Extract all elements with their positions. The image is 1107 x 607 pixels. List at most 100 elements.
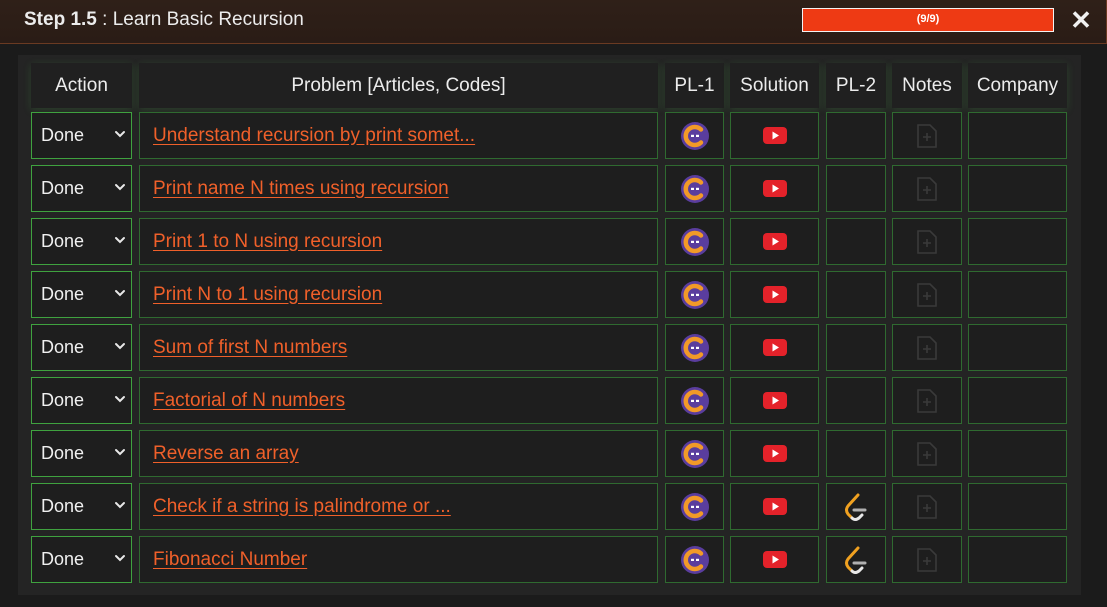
company-cell — [968, 483, 1067, 530]
notes-cell — [892, 536, 962, 583]
add-note-icon[interactable] — [916, 335, 938, 361]
solution-cell — [730, 483, 819, 530]
action-select-value: Done — [41, 390, 85, 410]
column-header-solution: Solution — [730, 63, 819, 108]
add-note-icon[interactable] — [916, 176, 938, 202]
codingninjas-icon[interactable] — [680, 280, 710, 310]
codingninjas-icon[interactable] — [680, 174, 710, 204]
youtube-icon[interactable] — [762, 498, 787, 515]
codingninjas-icon[interactable] — [680, 439, 710, 469]
action-select[interactable]: Done — [31, 377, 132, 424]
add-note-icon[interactable] — [916, 441, 938, 467]
pl1-cell — [665, 324, 724, 371]
close-button[interactable]: ✕ — [1068, 6, 1094, 34]
pl2-cell — [826, 218, 886, 265]
problem-cell: Print 1 to N using recursion — [139, 218, 658, 265]
column-header-pl1: PL-1 — [665, 63, 724, 108]
progress-text: (9/9) — [916, 13, 940, 25]
youtube-icon[interactable] — [762, 445, 787, 462]
problem-link[interactable]: Sum of first N numbers — [153, 337, 347, 359]
codingninjas-icon[interactable] — [680, 227, 710, 257]
solution-cell — [730, 218, 819, 265]
codingninjas-icon[interactable] — [680, 545, 710, 575]
solution-cell — [730, 536, 819, 583]
add-note-icon[interactable] — [916, 388, 938, 414]
problem-cell: Fibonacci Number — [139, 536, 658, 583]
codingninjas-icon[interactable] — [680, 386, 710, 416]
action-select[interactable]: Done — [31, 483, 132, 530]
add-note-icon[interactable] — [916, 494, 938, 520]
pl2-cell — [826, 536, 886, 583]
chevron-down-icon — [113, 179, 127, 198]
notes-cell — [892, 377, 962, 424]
column-header-problem: Problem [Articles, Codes] — [139, 63, 658, 108]
problem-link[interactable]: Factorial of N numbers — [153, 390, 345, 412]
codingninjas-icon[interactable] — [680, 492, 710, 522]
youtube-icon[interactable] — [762, 286, 787, 303]
problem-link[interactable]: Understand recursion by print somet... — [153, 125, 475, 147]
notes-cell — [892, 483, 962, 530]
action-select[interactable]: Done — [31, 165, 132, 212]
action-select[interactable]: Done — [31, 536, 132, 583]
youtube-icon[interactable] — [762, 233, 787, 250]
problem-link[interactable]: Reverse an array — [153, 443, 299, 465]
action-select[interactable]: Done — [31, 430, 132, 477]
pl2-cell — [826, 324, 886, 371]
add-note-icon[interactable] — [916, 547, 938, 573]
problem-link[interactable]: Print 1 to N using recursion — [153, 231, 382, 253]
action-select[interactable]: Done — [31, 271, 132, 318]
company-cell — [968, 165, 1067, 212]
leetcode-icon[interactable] — [842, 492, 870, 522]
step-label: Step 1.5 — [24, 9, 97, 30]
company-cell — [968, 112, 1067, 159]
notes-cell — [892, 430, 962, 477]
action-select-value: Done — [41, 337, 85, 357]
add-note-icon[interactable] — [916, 123, 938, 149]
company-cell — [968, 377, 1067, 424]
problem-link[interactable]: Print N to 1 using recursion — [153, 284, 382, 306]
pl1-cell — [665, 430, 724, 477]
chevron-down-icon — [113, 391, 127, 410]
action-select[interactable]: Done — [31, 218, 132, 265]
solution-cell — [730, 430, 819, 477]
problem-link[interactable]: Fibonacci Number — [153, 549, 307, 571]
pl2-cell — [826, 377, 886, 424]
add-note-icon[interactable] — [916, 229, 938, 255]
youtube-icon[interactable] — [762, 551, 787, 568]
codingninjas-icon[interactable] — [680, 121, 710, 151]
action-select[interactable]: Done — [31, 112, 132, 159]
chevron-down-icon — [113, 232, 127, 251]
action-select-value: Done — [41, 231, 85, 251]
progress-bar: (9/9) — [802, 8, 1054, 32]
problem-cell: Print name N times using recursion — [139, 165, 658, 212]
youtube-icon[interactable] — [762, 339, 787, 356]
add-note-icon[interactable] — [916, 282, 938, 308]
solution-cell — [730, 112, 819, 159]
problem-link[interactable]: Print name N times using recursion — [153, 178, 449, 200]
leetcode-icon[interactable] — [842, 545, 870, 575]
problem-cell: Reverse an array — [139, 430, 658, 477]
chevron-down-icon — [113, 550, 127, 569]
youtube-icon[interactable] — [762, 127, 787, 144]
youtube-icon[interactable] — [762, 180, 787, 197]
problem-cell: Factorial of N numbers — [139, 377, 658, 424]
step-name: Learn Basic Recursion — [112, 9, 304, 30]
pl2-cell — [826, 165, 886, 212]
pl1-cell — [665, 165, 724, 212]
action-select-value: Done — [41, 284, 85, 304]
solution-cell — [730, 377, 819, 424]
action-select-value: Done — [41, 443, 85, 463]
notes-cell — [892, 165, 962, 212]
action-select[interactable]: Done — [31, 324, 132, 371]
codingninjas-icon[interactable] — [680, 333, 710, 363]
problem-cell: Check if a string is palindrome or ... — [139, 483, 658, 530]
chevron-down-icon — [113, 444, 127, 463]
solution-cell — [730, 324, 819, 371]
problem-link[interactable]: Check if a string is palindrome or ... — [153, 496, 451, 518]
notes-cell — [892, 271, 962, 318]
column-header-company: Company — [968, 63, 1067, 108]
solution-cell — [730, 271, 819, 318]
youtube-icon[interactable] — [762, 392, 787, 409]
pl1-cell — [665, 218, 724, 265]
step-separator: : — [96, 9, 113, 30]
